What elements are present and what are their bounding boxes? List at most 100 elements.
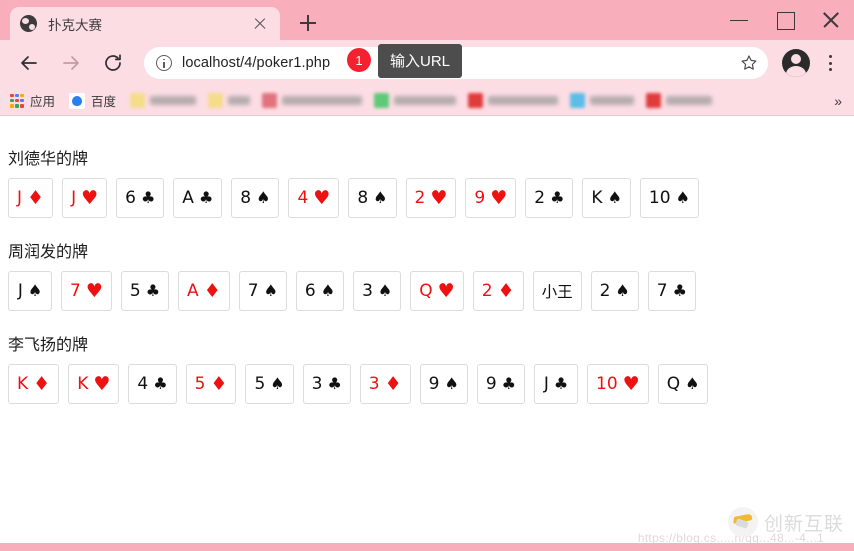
card-suit-icon: ♦ (384, 372, 402, 395)
bookmark-item[interactable] (208, 93, 251, 108)
card-suit-icon: ♠ (607, 188, 622, 207)
globe-icon (20, 15, 37, 32)
close-window-icon[interactable] (808, 0, 854, 40)
card-rank: J (543, 374, 549, 394)
playing-card: 10 ♥ (587, 364, 649, 404)
playing-card: 8 ♠ (231, 178, 280, 218)
playing-card: 5 ♣ (120, 271, 170, 311)
card-rank: 7 (70, 281, 81, 301)
browser-tab[interactable]: 扑克大赛 (10, 7, 280, 40)
card-suit-icon: ♠ (377, 281, 393, 300)
player-hand: J ♠ 7 ♥ 5 ♣ A ♦ 7 ♠ 6 ♠ 3 ♠ Q ♥ 2 ♦ 小王 2 ♠ 7 ♣ (0, 271, 854, 311)
bookmarks-overflow-button[interactable]: » (834, 93, 842, 109)
bookmark-item[interactable] (646, 93, 713, 108)
back-arrow-icon[interactable] (11, 45, 47, 81)
playing-card: 4 ♥ (288, 178, 340, 218)
card-rank: Q (666, 374, 681, 394)
playing-card: 9 ♣ (476, 364, 526, 404)
playing-card: 8 ♠ (348, 178, 397, 218)
bottom-strip (0, 543, 854, 551)
playing-card: 9 ♠ (419, 364, 468, 404)
bookmark-item[interactable] (468, 93, 559, 108)
card-suit-icon: ♠ (27, 281, 43, 300)
card-rank: 10 (596, 374, 618, 394)
blurred-bookmarks-group (130, 93, 724, 108)
playing-card: 3 ♦ (359, 364, 411, 404)
card-suit-icon: ♣ (553, 374, 569, 393)
player-name-heading: 刘德华的牌 (8, 149, 89, 168)
three-dot-menu-icon[interactable] (816, 47, 844, 79)
card-suit-icon: ♦ (33, 372, 51, 395)
playing-card: J ♠ (8, 271, 52, 311)
card-rank: J (71, 188, 77, 208)
card-rank: 9 (428, 374, 440, 394)
bookmark-item[interactable] (262, 93, 363, 108)
card-rank: 2 (414, 188, 426, 208)
bookmark-label (488, 96, 559, 105)
card-suit-icon: ♠ (270, 374, 285, 393)
card-suit-icon: ♥ (430, 186, 448, 209)
card-suit-icon: ♣ (198, 188, 214, 207)
playing-card: 2 ♠ (590, 271, 639, 311)
new-tab-button[interactable] (294, 9, 322, 37)
card-suit-icon: ♠ (256, 188, 271, 207)
bookmark-item[interactable] (374, 93, 457, 108)
annotation-badge: 1 (347, 48, 371, 72)
playing-card: K ♥ (68, 364, 120, 404)
card-rank: 4 (297, 188, 309, 208)
card-suit-icon: ♥ (93, 372, 111, 395)
player-name-heading: 周润发的牌 (8, 242, 89, 261)
maximize-icon[interactable] (762, 0, 808, 40)
card-suit-icon: ♣ (153, 374, 168, 393)
bookmarks-bar: 应用 百度 » (0, 86, 854, 116)
card-rank: 8 (357, 188, 369, 208)
profile-avatar-icon[interactable] (782, 49, 810, 77)
minimize-icon[interactable] (716, 0, 762, 40)
playing-card: 5 ♦ (185, 364, 237, 404)
forward-arrow-icon[interactable] (53, 45, 89, 81)
playing-card: 7 ♠ (238, 271, 287, 311)
playing-card: 2 ♥ (405, 178, 457, 218)
playing-card: 9 ♥ (465, 178, 517, 218)
bookmark-baidu[interactable]: 百度 (69, 91, 116, 110)
window-controls (716, 0, 854, 40)
url-text: localhost/4/poker1.php (182, 55, 331, 71)
playing-card: Q ♥ (410, 271, 464, 311)
bookmark-item[interactable] (570, 93, 635, 108)
watermark-brand: 创新互联 (763, 512, 844, 535)
playing-card: 3 ♣ (302, 364, 351, 404)
card-rank: 2 (481, 281, 493, 301)
baidu-paw-icon (69, 92, 86, 109)
playing-card: 2 ♦ (472, 271, 524, 311)
card-rank: 7 (247, 281, 259, 301)
player-name-heading: 李飞扬的牌 (8, 335, 89, 354)
reload-icon[interactable] (95, 45, 131, 81)
info-circle-icon[interactable] (156, 55, 172, 71)
bookmark-item[interactable] (130, 93, 197, 108)
card-rank: 10 (648, 188, 671, 208)
card-suit-icon: ♣ (145, 281, 161, 300)
bookmark-favicon-icon (374, 93, 390, 108)
card-rank: 6 (304, 281, 316, 301)
card-suit-icon: ♣ (672, 281, 687, 300)
bookmark-label (666, 96, 713, 105)
card-rank: 7 (656, 281, 668, 301)
tab-title: 扑克大赛 (48, 17, 102, 33)
playing-card: K ♠ (582, 178, 631, 218)
close-icon[interactable] (250, 14, 270, 34)
star-icon[interactable] (740, 54, 758, 72)
card-suit-icon: ♠ (444, 374, 459, 393)
playing-card: 6 ♠ (295, 271, 345, 311)
card-suit-icon: ♠ (685, 374, 700, 393)
annotation-tooltip: 输入URL (378, 44, 463, 78)
bookmark-favicon-icon (570, 93, 586, 108)
card-rank: A (187, 281, 199, 301)
card-rank: 3 (362, 281, 373, 301)
card-suit-icon: ♣ (550, 188, 565, 207)
bookmark-apps[interactable]: 应用 (10, 91, 55, 110)
card-rank: J (17, 188, 23, 208)
playing-card: A ♣ (173, 178, 223, 218)
playing-card: 5 ♠ (245, 364, 294, 404)
card-rank: 9 (485, 374, 497, 394)
card-suit-icon: ♠ (373, 188, 388, 207)
